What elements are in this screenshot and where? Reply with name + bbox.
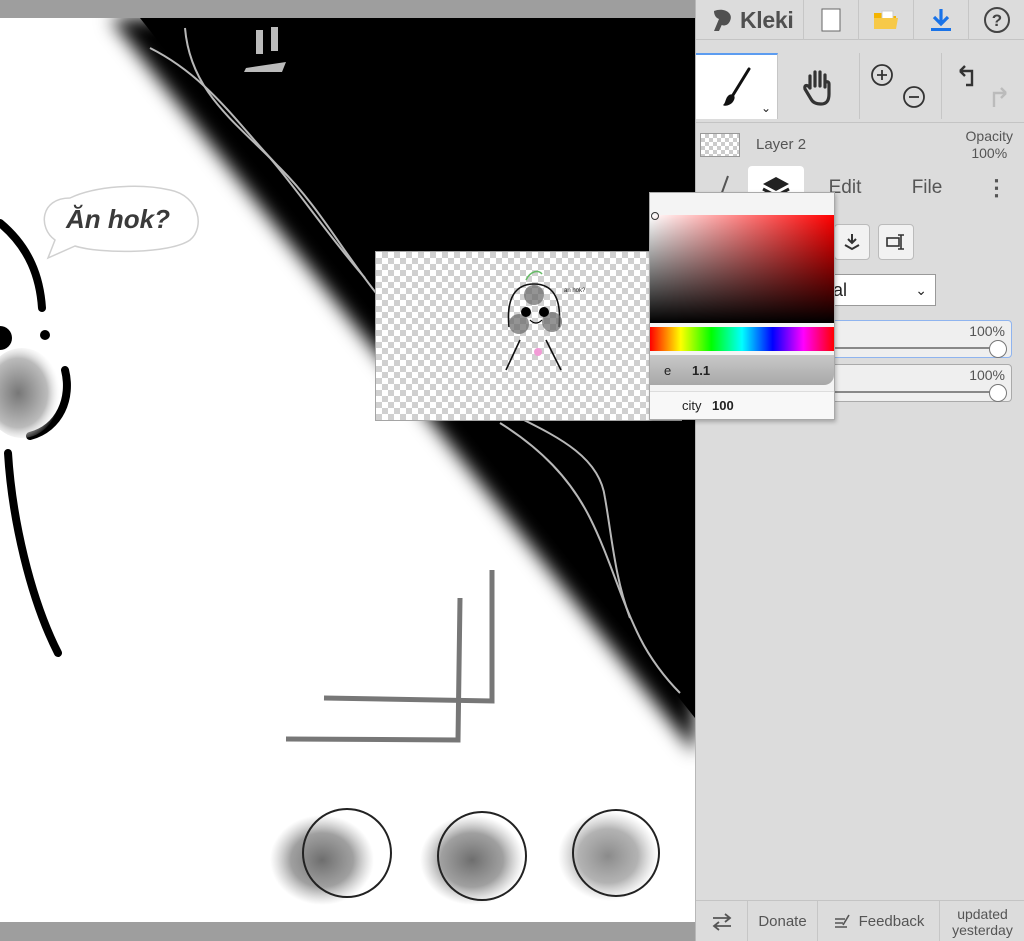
more-vertical-icon: ⋮: [985, 175, 1008, 200]
layer-opacity: Opacity 100%: [966, 128, 1013, 162]
undo-redo-icon: [959, 65, 1007, 107]
open-image-button[interactable]: [859, 0, 914, 40]
right-panel: Kleki ? ⌄ Layer 2 Opacity 100% Edit File…: [695, 0, 1024, 941]
slider-value: 100%: [969, 367, 1005, 383]
layer-opacity-value: 100%: [971, 144, 1008, 161]
blend-mode-select[interactable]: al ⌄: [826, 274, 936, 306]
swap-sides-button[interactable]: [696, 901, 748, 941]
hue-slider[interactable]: [650, 327, 834, 351]
merge-down-icon: [844, 234, 860, 251]
hand-tool-button[interactable]: [778, 53, 860, 119]
download-icon: [931, 9, 951, 31]
undo-redo-button[interactable]: [942, 53, 1024, 119]
preview-image: an hok?: [505, 270, 586, 371]
tab-file[interactable]: File: [886, 166, 968, 210]
brush-size-slider[interactable]: e 1.1: [650, 355, 834, 385]
layer-opacity-label: Opacity: [965, 127, 1013, 144]
kleki-app: Ăn hok? an hok? Kleki ? ⌄ Layer 2 Opacit…: [0, 0, 1024, 941]
preview-tag: an hok?: [564, 288, 586, 294]
layer-preview-popup: an hok?: [375, 251, 682, 421]
svg-text:?: ?: [991, 11, 1001, 30]
active-layer-row[interactable]: Layer 2 Opacity 100%: [696, 122, 1024, 166]
size-label: e: [664, 362, 672, 378]
layer-opacity-slider[interactable]: 100%: [826, 320, 1012, 358]
opacity-value: 100: [712, 398, 734, 413]
size-value: 1.1: [692, 362, 711, 378]
brush-tool-button[interactable]: ⌄: [696, 53, 778, 119]
rename-layer-button[interactable]: [878, 224, 914, 260]
rename-icon: [886, 234, 904, 250]
new-image-icon: [821, 8, 841, 32]
merge-down-button[interactable]: [834, 224, 870, 260]
opacity-label: city: [682, 398, 702, 413]
chevron-down-icon[interactable]: ⌄: [761, 101, 771, 115]
canvas-area[interactable]: Ăn hok?: [0, 0, 695, 941]
slider-handle[interactable]: [989, 340, 1007, 358]
saturation-value-area[interactable]: [650, 215, 834, 323]
second-slider[interactable]: 100%: [826, 364, 1012, 402]
picker-cursor[interactable]: [650, 211, 660, 221]
chevron-down-icon: ⌄: [915, 281, 927, 298]
help-icon: ?: [983, 7, 1010, 33]
brush-icon: [722, 67, 750, 106]
slider-value: 100%: [969, 323, 1005, 339]
open-folder-icon: [874, 10, 898, 29]
kleki-logo-icon: [714, 9, 731, 31]
layer-name: Layer 2: [756, 136, 807, 153]
tool-row: ⌄: [696, 53, 1024, 119]
top-toolbar: Kleki ?: [696, 0, 1024, 40]
swap-arrows-icon: [712, 912, 731, 931]
panel-footer: Donate Feedback updated yesterday: [696, 900, 1024, 941]
slider-track: [831, 391, 997, 393]
kleki-logo[interactable]: Kleki: [696, 0, 804, 40]
help-button[interactable]: ?: [969, 0, 1024, 40]
logo-text: Kleki: [740, 6, 794, 33]
zoom-icon: [870, 64, 925, 108]
feedback-icon: [834, 914, 850, 928]
new-image-button[interactable]: [804, 0, 859, 40]
download-button[interactable]: [914, 0, 969, 40]
updated-line1: updated: [957, 905, 1008, 922]
color-picker-popup[interactable]: e 1.1 city 100: [649, 192, 835, 420]
drawing-canvas[interactable]: Ăn hok?: [0, 18, 695, 922]
layer-thumbnail: [700, 132, 740, 157]
zoom-tool-button[interactable]: [860, 53, 942, 119]
blend-mode-value: al: [833, 279, 848, 300]
spray-circles: [270, 808, 660, 905]
donate-link[interactable]: Donate: [748, 901, 818, 941]
feedback-link[interactable]: Feedback: [818, 901, 940, 941]
slider-handle[interactable]: [989, 384, 1007, 402]
more-menu-button[interactable]: ⋮: [968, 166, 1024, 210]
hand-icon: [802, 70, 831, 106]
changelog-link[interactable]: updated yesterday: [940, 901, 1024, 941]
feedback-label: Feedback: [858, 913, 925, 930]
brush-opacity-slider[interactable]: city 100: [650, 391, 834, 419]
slider-track: [831, 347, 997, 349]
speech-bubble-text: Ăn hok?: [65, 204, 170, 234]
updated-line2: yesterday: [952, 921, 1013, 938]
